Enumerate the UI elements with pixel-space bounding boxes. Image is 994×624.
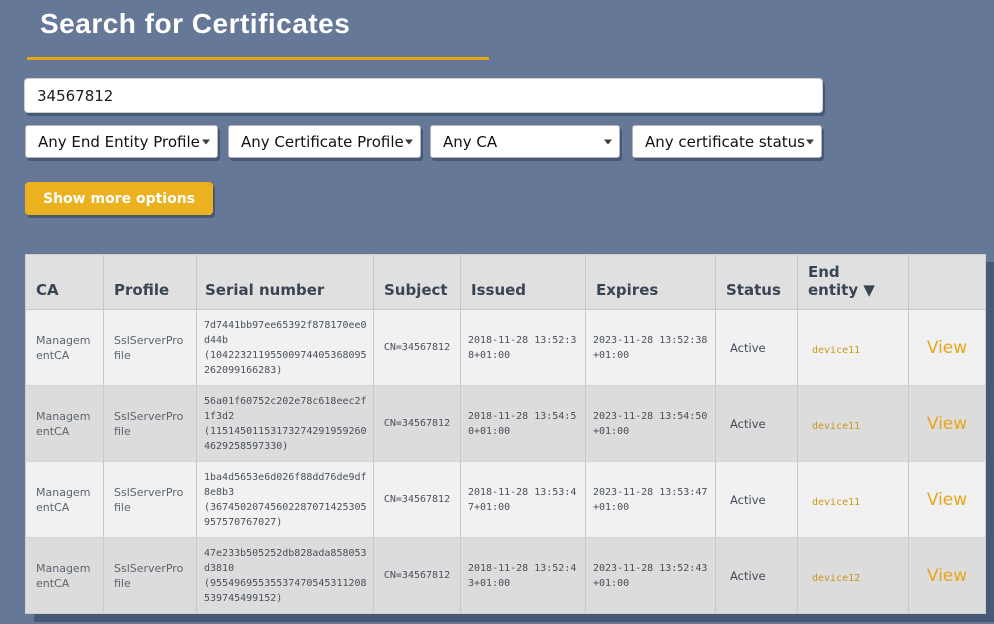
cell-end-entity: device11 (798, 462, 909, 538)
column-header-ca[interactable]: CA (26, 255, 104, 310)
cell-status: Active (716, 386, 798, 462)
serial-hex: 1ba4d5653e6d026f88dd76de9df8e8b3 (204, 472, 367, 498)
table-header-row: CA Profile Serial number Subject Issued … (26, 255, 986, 310)
cell-view: View (909, 386, 986, 462)
view-link[interactable]: View (927, 338, 967, 358)
cell-view: View (909, 462, 986, 538)
certificate-profile-select-value: Any Certificate Profile (241, 133, 404, 151)
cell-issued: 2018-11-28 13:52:43+01:00 (461, 538, 586, 614)
column-header-profile[interactable]: Profile (104, 255, 197, 310)
status-badge: Active (730, 341, 766, 355)
cell-expires: 2023-11-28 13:52:43+01:00 (586, 538, 716, 614)
column-header-status[interactable]: Status (716, 255, 798, 310)
view-link[interactable]: View (927, 490, 967, 510)
serial-hex: 7d7441bb97ee65392f878170ee0d44b (204, 320, 367, 346)
table-row: ManagementCA SslServerProfile 47e233b505… (26, 538, 986, 614)
view-link[interactable]: View (927, 566, 967, 586)
chevron-down-icon (202, 139, 210, 144)
cell-end-entity: device11 (798, 310, 909, 386)
cell-expires: 2023-11-28 13:53:47+01:00 (586, 462, 716, 538)
cell-issued: 2018-11-28 13:54:50+01:00 (461, 386, 586, 462)
status-badge: Active (730, 417, 766, 431)
cell-subject: CN=34567812 (374, 462, 461, 538)
column-header-issued[interactable]: Issued (461, 255, 586, 310)
cell-profile: SslServerProfile (104, 310, 197, 386)
serial-decimal: (115145011531732742919592604629258597330… (204, 426, 367, 452)
end-entity-profile-select[interactable]: Any End Entity Profile (25, 125, 218, 158)
page-title: Search for Certificates (40, 8, 350, 40)
serial-hex: 47e233b505252db828ada858053d3810 (204, 548, 367, 574)
cell-expires: 2023-11-28 13:54:50+01:00 (586, 386, 716, 462)
cell-view: View (909, 538, 986, 614)
certificate-status-select[interactable]: Any certificate status (632, 125, 822, 158)
end-entity-link[interactable]: device11 (812, 497, 860, 508)
ca-select[interactable]: Any CA (430, 125, 620, 158)
end-entity-link[interactable]: device11 (812, 421, 860, 432)
cell-profile: SslServerProfile (104, 462, 197, 538)
certificates-table-body: ManagementCA SslServerProfile 7d7441bb97… (26, 310, 986, 614)
cell-view: View (909, 310, 986, 386)
column-header-subject[interactable]: Subject (374, 255, 461, 310)
certificate-status-select-value: Any certificate status (645, 133, 805, 151)
cell-serial-number: 56a01f60752c202e78c618eec2f1f3d2 (115145… (197, 386, 374, 462)
chevron-down-icon (405, 139, 413, 144)
cell-end-entity: device11 (798, 386, 909, 462)
column-header-expires[interactable]: Expires (586, 255, 716, 310)
cell-status: Active (716, 310, 798, 386)
title-underline (27, 57, 489, 60)
serial-decimal: (36745020745602287071425305957570767027) (204, 502, 367, 528)
column-header-actions (909, 255, 986, 310)
cell-end-entity: device12 (798, 538, 909, 614)
cell-ca: ManagementCA (26, 538, 104, 614)
cell-issued: 2018-11-28 13:52:38+01:00 (461, 310, 586, 386)
cell-status: Active (716, 538, 798, 614)
cell-subject: CN=34567812 (374, 386, 461, 462)
end-entity-link[interactable]: device11 (812, 345, 860, 356)
column-header-end-entity-sorted-desc[interactable]: End entity ▼ (798, 255, 909, 310)
serial-decimal: (10422321195500974405368095262099166283) (204, 350, 367, 376)
cell-subject: CN=34567812 (374, 538, 461, 614)
view-link[interactable]: View (927, 414, 967, 434)
cell-serial-number: 1ba4d5653e6d026f88dd76de9df8e8b3 (367450… (197, 462, 374, 538)
chevron-down-icon (806, 139, 814, 144)
cell-serial-number: 7d7441bb97ee65392f878170ee0d44b (1042232… (197, 310, 374, 386)
cell-ca: ManagementCA (26, 386, 104, 462)
cell-ca: ManagementCA (26, 310, 104, 386)
cell-expires: 2023-11-28 13:52:38+01:00 (586, 310, 716, 386)
cell-ca: ManagementCA (26, 462, 104, 538)
table-row: ManagementCA SslServerProfile 7d7441bb97… (26, 310, 986, 386)
certificate-profile-select[interactable]: Any Certificate Profile (228, 125, 421, 158)
table-row: ManagementCA SslServerProfile 56a01f6075… (26, 386, 986, 462)
certificates-table: CA Profile Serial number Subject Issued … (25, 254, 986, 614)
table-row: ManagementCA SslServerProfile 1ba4d5653e… (26, 462, 986, 538)
cell-profile: SslServerProfile (104, 538, 197, 614)
cell-serial-number: 47e233b505252db828ada858053d3810 (955496… (197, 538, 374, 614)
end-entity-link[interactable]: device12 (812, 573, 860, 584)
search-input[interactable] (24, 78, 823, 113)
serial-decimal: (95549695535537470545311208539745499152) (204, 578, 367, 604)
certificates-search-page: Search for Certificates Any End Entity P… (0, 0, 994, 624)
status-badge: Active (730, 569, 766, 583)
cell-profile: SslServerProfile (104, 386, 197, 462)
serial-hex: 56a01f60752c202e78c618eec2f1f3d2 (204, 396, 367, 422)
cell-issued: 2018-11-28 13:53:47+01:00 (461, 462, 586, 538)
end-entity-profile-select-value: Any End Entity Profile (38, 133, 200, 151)
ca-select-value: Any CA (443, 133, 497, 151)
chevron-down-icon (604, 139, 612, 144)
show-more-options-button[interactable]: Show more options (25, 182, 213, 215)
cell-subject: CN=34567812 (374, 310, 461, 386)
cell-status: Active (716, 462, 798, 538)
column-header-serial-number[interactable]: Serial number (197, 255, 374, 310)
status-badge: Active (730, 493, 766, 507)
